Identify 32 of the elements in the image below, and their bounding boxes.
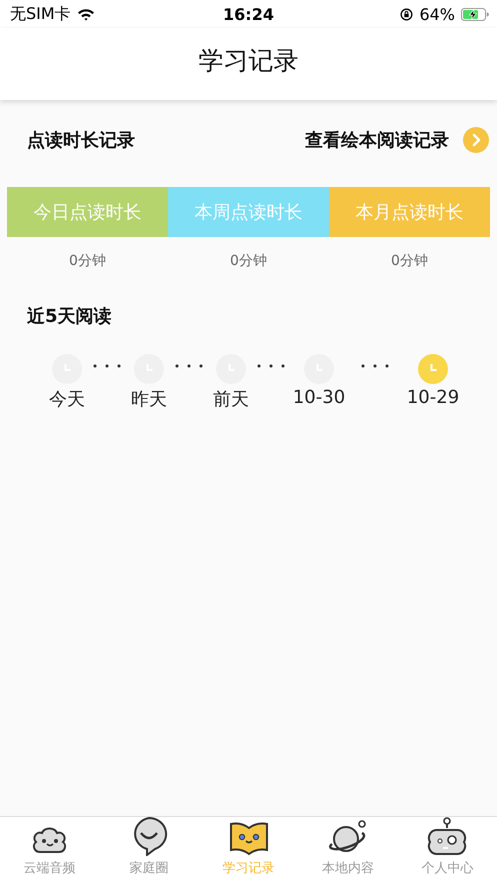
battery-icon — [461, 8, 489, 20]
duration-value: 0分钟 — [229, 252, 268, 270]
day-label: 10-29 — [406, 387, 460, 408]
tab-item[interactable]: 学习记录 — [198, 817, 298, 883]
tab-item[interactable]: 云端音频 — [0, 817, 100, 883]
dots-separator — [92, 364, 122, 368]
dots-separator — [174, 364, 204, 368]
day-label: 昨天 — [131, 388, 167, 411]
status-time: 16:24 — [223, 4, 274, 24]
wifi-icon — [76, 8, 95, 20]
duration-value: 0分钟 — [390, 252, 429, 270]
page-title: 学习记录 — [198, 44, 298, 76]
duration-tab[interactable]: 今日点读时长 — [7, 187, 168, 237]
duration-tab[interactable]: 本周点读时长 — [168, 187, 329, 237]
book-icon — [228, 822, 269, 856]
tab-item[interactable]: 个人中心 — [398, 817, 497, 883]
day-label: 前天 — [213, 388, 249, 411]
section-title: 近5天阅读 — [26, 305, 113, 328]
battery-percent: 64% — [419, 4, 455, 24]
day-label: 10-30 — [292, 387, 346, 408]
duration-value: 0分钟 — [68, 252, 107, 270]
tab-item[interactable]: 本地内容 — [298, 817, 398, 883]
dots-separator — [256, 364, 286, 368]
section-title: 点读时长记录 — [27, 129, 135, 152]
day-label: 今天 — [49, 388, 85, 411]
chevron-icon — [463, 127, 489, 153]
rotation-lock-icon — [400, 8, 414, 20]
reading-record-link[interactable]: 查看绘本阅读记录 — [305, 127, 489, 153]
tab-item[interactable]: 家庭圈 — [99, 817, 199, 883]
duration-tab[interactable]: 本月点读时长 — [329, 187, 490, 237]
carrier-label: 无SIM卡 — [10, 4, 71, 24]
dots-separator — [360, 364, 390, 368]
